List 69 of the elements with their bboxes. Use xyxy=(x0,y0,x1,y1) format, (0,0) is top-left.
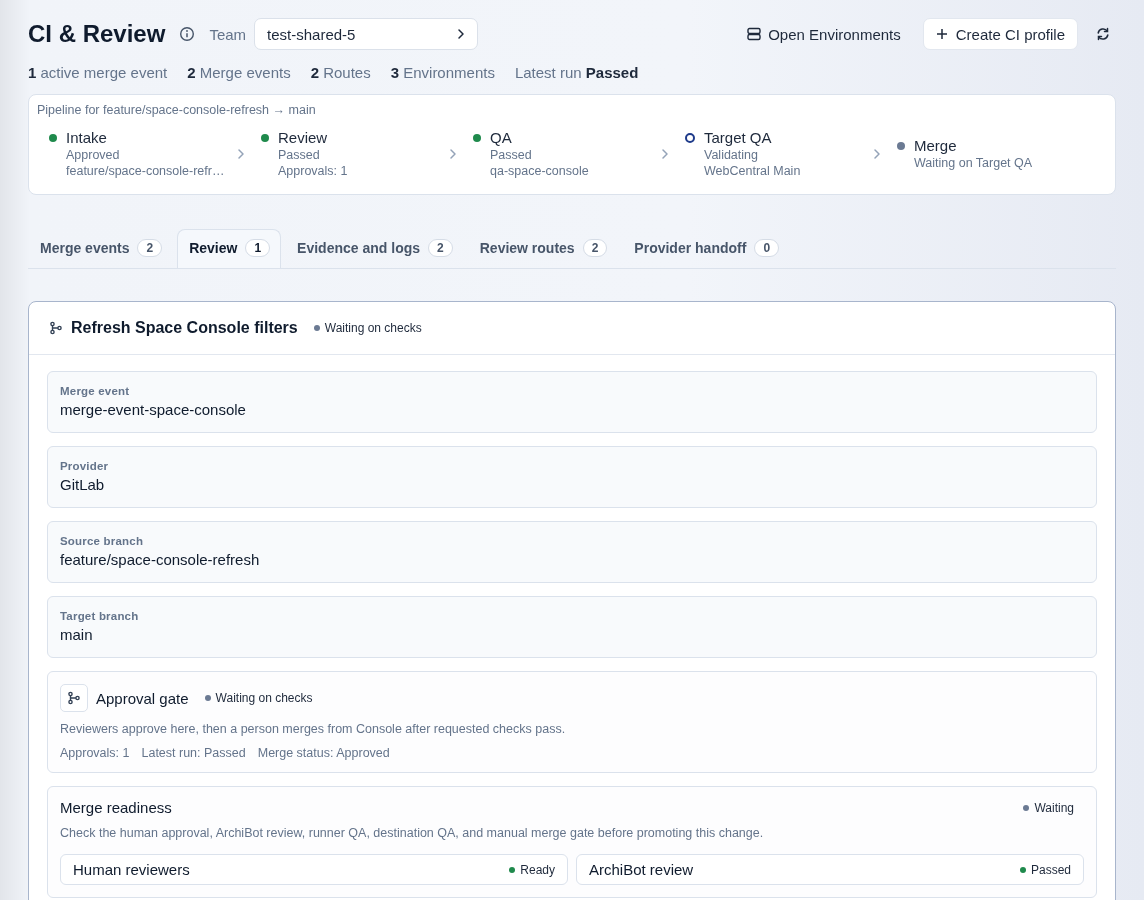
chevron-right-icon xyxy=(873,147,881,160)
step-name: Review xyxy=(278,129,329,146)
branch-icon xyxy=(49,321,63,335)
field-value: GitLab xyxy=(60,476,106,493)
tab[interactable]: Evidence and logs 2 xyxy=(285,229,464,268)
field-label: Source branch xyxy=(60,535,145,547)
chevron-right-icon xyxy=(661,147,669,160)
fact-text: Latest run: Passed xyxy=(141,746,246,760)
server-icon xyxy=(747,27,762,41)
field-value: main xyxy=(60,626,94,643)
chevron-right-icon xyxy=(449,147,457,160)
count-badge: 1 xyxy=(245,239,271,257)
count-badge: 0 xyxy=(754,239,780,257)
team-label: Team xyxy=(209,25,247,43)
count-badge: 2 xyxy=(428,239,453,257)
chevron-right-icon xyxy=(237,147,245,160)
step-name: Merge xyxy=(914,137,958,154)
tab[interactable]: Review 1 xyxy=(177,229,282,268)
step-detail: Passed xyxy=(490,148,533,162)
field-value: merge-event-space-console xyxy=(60,401,247,418)
chevron-right-icon xyxy=(457,28,466,40)
fact-text: Approvals: 1 xyxy=(60,746,130,760)
status-label: Passed xyxy=(1030,862,1071,877)
check-title: ArchiBot review xyxy=(589,861,694,878)
status-label: Ready xyxy=(520,862,555,877)
status-label: Waiting on checks xyxy=(215,691,313,705)
description: Check the human approval, ArchiBot review, runner QA, destination QA, and manual merge gate before promoting this change. xyxy=(60,826,765,840)
status-label: Waiting on checks xyxy=(324,321,422,335)
field-label: Provider xyxy=(60,460,110,472)
stat-text: 1 active merge event xyxy=(28,64,168,81)
step-detail: WebCentral Main xyxy=(704,164,801,178)
fact-text: Merge status: Approved xyxy=(257,746,390,760)
open-environments-button[interactable]: Open Environments xyxy=(737,19,911,49)
stat-text: 3 Environments xyxy=(390,64,495,81)
step-detail: Validating xyxy=(704,148,759,162)
description: Reviewers approve here, then a person merges from Console after requested checks pass. xyxy=(60,722,567,736)
panel-title: Approval gate xyxy=(96,689,189,707)
step-detail: Approved xyxy=(66,148,121,162)
event-title: Refresh Space Console filters xyxy=(71,319,298,337)
panel-title: Merge readiness xyxy=(60,799,172,816)
branch-icon xyxy=(67,691,81,705)
count-badge: 2 xyxy=(137,239,163,257)
refresh-icon xyxy=(1096,27,1110,41)
step-name: QA xyxy=(490,129,513,146)
count-badge: 2 xyxy=(582,239,608,257)
team-select[interactable]: test-shared-5 xyxy=(254,18,479,50)
step-detail: Waiting on Target QA xyxy=(914,156,1033,170)
info-icon xyxy=(179,26,196,42)
plus-icon xyxy=(935,28,948,40)
page-title: CI & Review xyxy=(28,20,166,48)
tab[interactable]: Merge events 2 xyxy=(28,229,174,268)
pipeline-caption: Pipeline for feature/space-console-refresh → main xyxy=(37,103,317,117)
tab[interactable]: Provider handoff 0 xyxy=(622,229,791,268)
step-name: Intake xyxy=(66,129,108,146)
step-detail: Approvals: 1 xyxy=(278,164,348,178)
tab[interactable]: Review routes 2 xyxy=(467,229,619,268)
field-label: Target branch xyxy=(60,610,140,622)
stat-text: 2 Merge events xyxy=(187,64,291,81)
stat-text: 2 Routes xyxy=(310,64,371,81)
check-title: Human reviewers xyxy=(73,861,190,878)
field-value: feature/space-console-refresh xyxy=(60,551,261,568)
create-profile-button[interactable]: Create CI profile xyxy=(922,18,1078,50)
stat-text: Latest run Passed xyxy=(514,64,639,81)
step-detail: Passed xyxy=(278,148,321,162)
field-label: Merge event xyxy=(60,385,131,397)
status-label: Waiting xyxy=(1034,800,1074,815)
step-detail: qa-space-console xyxy=(490,164,589,178)
step-name: Target QA xyxy=(704,129,773,146)
step-detail: feature/space-console-refr… xyxy=(66,164,225,178)
